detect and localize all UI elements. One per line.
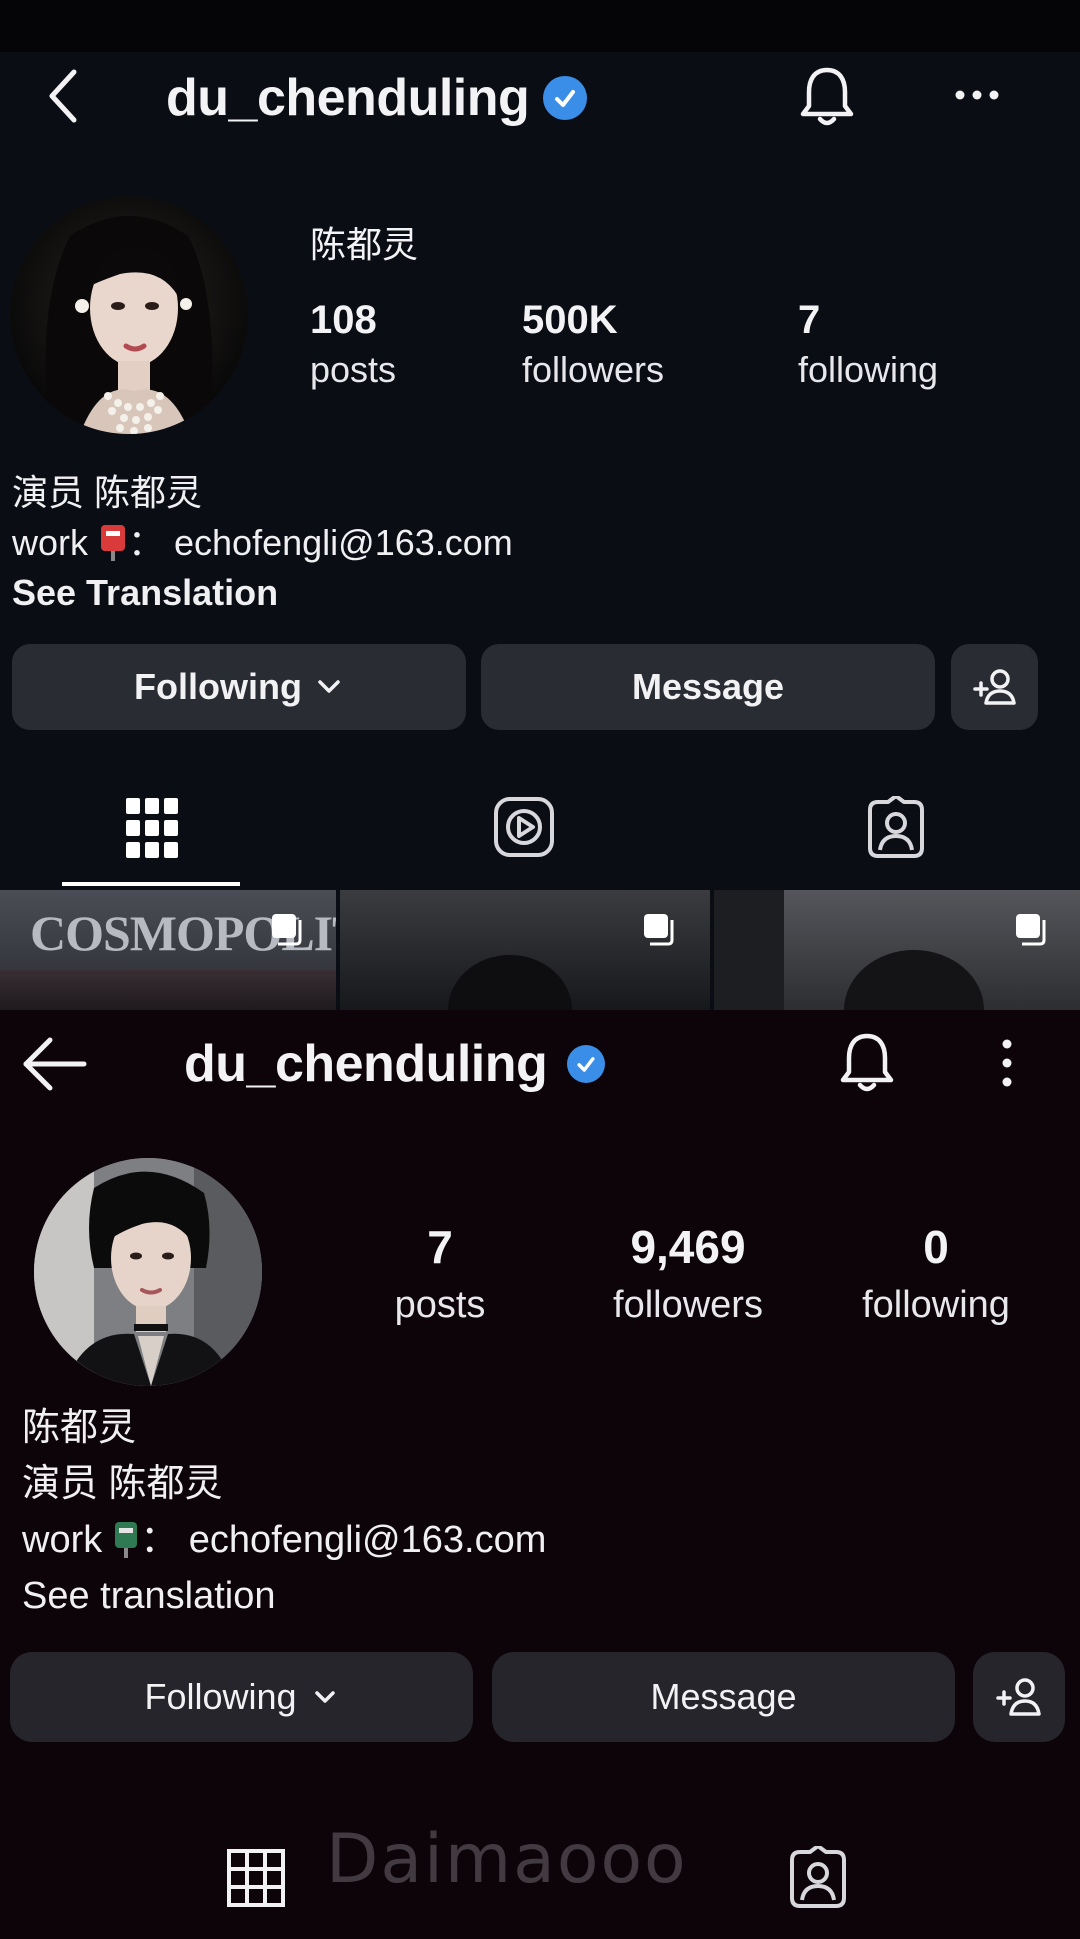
followers-count: 500K [522,298,618,342]
tagged-icon [868,794,924,858]
tagged-icon [790,1844,846,1908]
back-button[interactable] [20,1034,90,1094]
posts-label: posts [310,349,397,390]
chevron-down-icon [318,680,340,693]
bell-icon [840,1033,894,1092]
add-person-icon [996,1678,1041,1716]
bio-work-email: ： echofengli@163.com [128,522,513,563]
followers-stat[interactable]: 500K followers [522,298,664,391]
profile-avatar[interactable] [10,196,248,434]
multi-post-icon [1016,914,1046,946]
posts-count: 7 [427,1221,453,1273]
message-button-label: Message [631,666,785,707]
chevron-down-icon [314,1691,335,1703]
back-icon [23,1037,87,1091]
following-button-label: Following [144,1676,297,1717]
bio-work-line: work ： echofengli@163.com [22,1512,546,1568]
post-thumbnail[interactable] [714,890,1080,1010]
bio-work-prefix: work [12,522,89,563]
tab-tagged[interactable] [786,1844,850,1908]
verified-icon [543,76,588,120]
suggested-people-button[interactable] [973,1652,1065,1742]
tab-tagged[interactable] [864,794,928,860]
see-translation-link[interactable]: See Translation [12,568,278,618]
message-button-label: Message [650,1676,797,1717]
mailbox-icon [112,1520,140,1560]
see-translation-link[interactable]: See translation [22,1568,276,1624]
posts-count: 108 [310,298,377,342]
bio-work-line: work ： echofengli@163.com [12,518,513,568]
bio-work-prefix: work [22,1519,103,1561]
following-label: following [862,1284,1010,1326]
bell-icon [800,67,854,126]
watermark-text: Daimaooo [326,1820,688,1899]
tab-posts-grid[interactable] [226,1848,286,1908]
following-button[interactable]: Following [10,1652,473,1742]
active-tab-indicator [62,882,240,886]
posts-stat[interactable]: 108 posts [310,298,396,391]
reels-icon [494,797,554,857]
following-count: 0 [923,1221,949,1273]
more-options-button[interactable] [992,1036,1022,1090]
following-stat[interactable]: 7 following [798,298,938,391]
post-thumbnail[interactable]: COSMOPOLITAN [0,890,336,1010]
profile-username: du_chenduling [166,69,530,127]
bio-text: 演员 陈都灵 [22,1463,223,1505]
followers-count: 9,469 [630,1221,746,1273]
back-icon [49,69,77,123]
post-thumbnail[interactable] [340,890,710,1010]
more-options-button[interactable] [952,80,1002,110]
following-label: following [798,349,939,390]
tab-reels[interactable] [493,796,555,858]
followers-label: followers [613,1284,763,1326]
status-bar-strip [0,0,1080,52]
more-icon [955,90,999,100]
multi-post-icon [644,914,674,946]
profile-avatar[interactable] [34,1158,262,1386]
following-button-label: Following [134,666,302,707]
notifications-button[interactable] [796,64,858,130]
mailbox-icon [98,523,128,563]
posts-stat[interactable]: 7 posts [390,1220,490,1327]
message-button[interactable]: Message [492,1652,955,1742]
following-button[interactable]: Following [12,644,466,730]
message-button[interactable]: Message [481,644,935,730]
multi-post-icon [272,914,302,946]
followers-stat[interactable]: 9,469 followers [598,1220,778,1327]
posts-label: posts [394,1284,486,1326]
profile-username: du_chenduling [184,1035,548,1093]
grid-icon [227,1849,285,1907]
notifications-button[interactable] [836,1030,898,1096]
add-person-icon [972,669,1016,705]
bio-work-email: ： echofengli@163.com [140,1519,547,1561]
more-icon [1002,1039,1012,1087]
back-button[interactable] [44,66,94,126]
suggested-people-button[interactable] [951,644,1038,730]
bio-text: 演员 陈都灵 [12,472,203,513]
display-name: 陈都灵 [310,224,419,265]
display-name: 陈都灵 [22,1407,137,1449]
following-stat[interactable]: 0 following [848,1220,1024,1327]
verified-icon [567,1045,606,1083]
following-count: 7 [798,298,821,342]
tab-posts-grid[interactable] [124,796,180,860]
followers-label: followers [522,349,665,390]
grid-icon [126,798,178,858]
